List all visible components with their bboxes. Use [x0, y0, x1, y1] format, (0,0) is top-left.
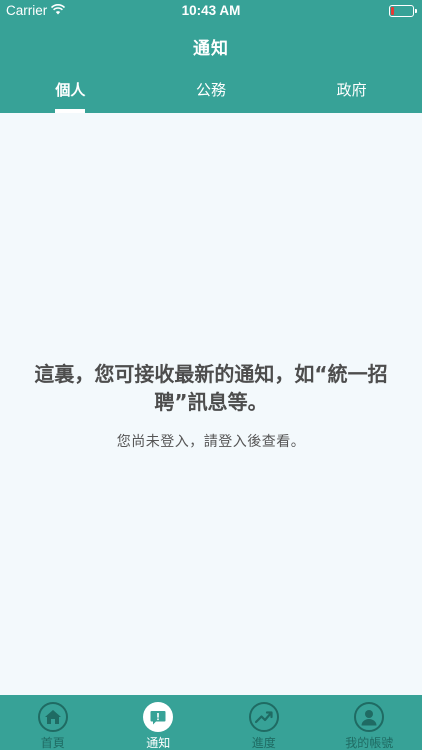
- notification-list[interactable]: 這裏，您可接收最新的通知，如“統一招聘”訊息等。 您尚未登入，請登入後查看。: [0, 113, 422, 695]
- battery-level: [391, 7, 394, 15]
- tab-label: 個人: [55, 81, 86, 99]
- nav-label: 進度: [251, 736, 276, 750]
- empty-state-message: 這裏，您可接收最新的通知，如“統一招聘”訊息等。: [34, 362, 388, 414]
- bottom-nav: 首頁 通知 進度 我的帳號: [0, 695, 422, 750]
- nav-label: 首頁: [40, 736, 65, 750]
- progress-icon: [248, 702, 279, 732]
- tab-government[interactable]: 政府: [281, 70, 422, 113]
- nav-item-account[interactable]: 我的帳號: [317, 695, 422, 750]
- page-title: 通知: [193, 39, 229, 59]
- tab-label: 政府: [336, 81, 367, 99]
- tab-bar: 個人 公務 政府: [0, 70, 422, 113]
- status-bar: Carrier 10:43 AM: [0, 0, 422, 22]
- header: Carrier 10:43 AM 通知 個人 公務 政府: [0, 0, 422, 113]
- tab-personal[interactable]: 個人: [0, 70, 141, 113]
- home-icon: [37, 702, 68, 732]
- tab-official[interactable]: 公務: [141, 70, 282, 113]
- tab-label: 公務: [196, 81, 227, 99]
- notification-icon: [143, 702, 174, 732]
- login-prompt: 您尚未登入，請登入後查看。: [116, 434, 306, 450]
- nav-item-home[interactable]: 首頁: [0, 695, 106, 750]
- nav-item-progress[interactable]: 進度: [211, 695, 317, 750]
- account-icon: [354, 702, 385, 732]
- nav-label: 我的帳號: [345, 736, 394, 750]
- nav-label: 通知: [146, 736, 171, 750]
- nav-item-notifications[interactable]: 通知: [106, 695, 212, 750]
- status-time: 10:43 AM: [181, 3, 241, 18]
- battery-icon: [389, 5, 417, 17]
